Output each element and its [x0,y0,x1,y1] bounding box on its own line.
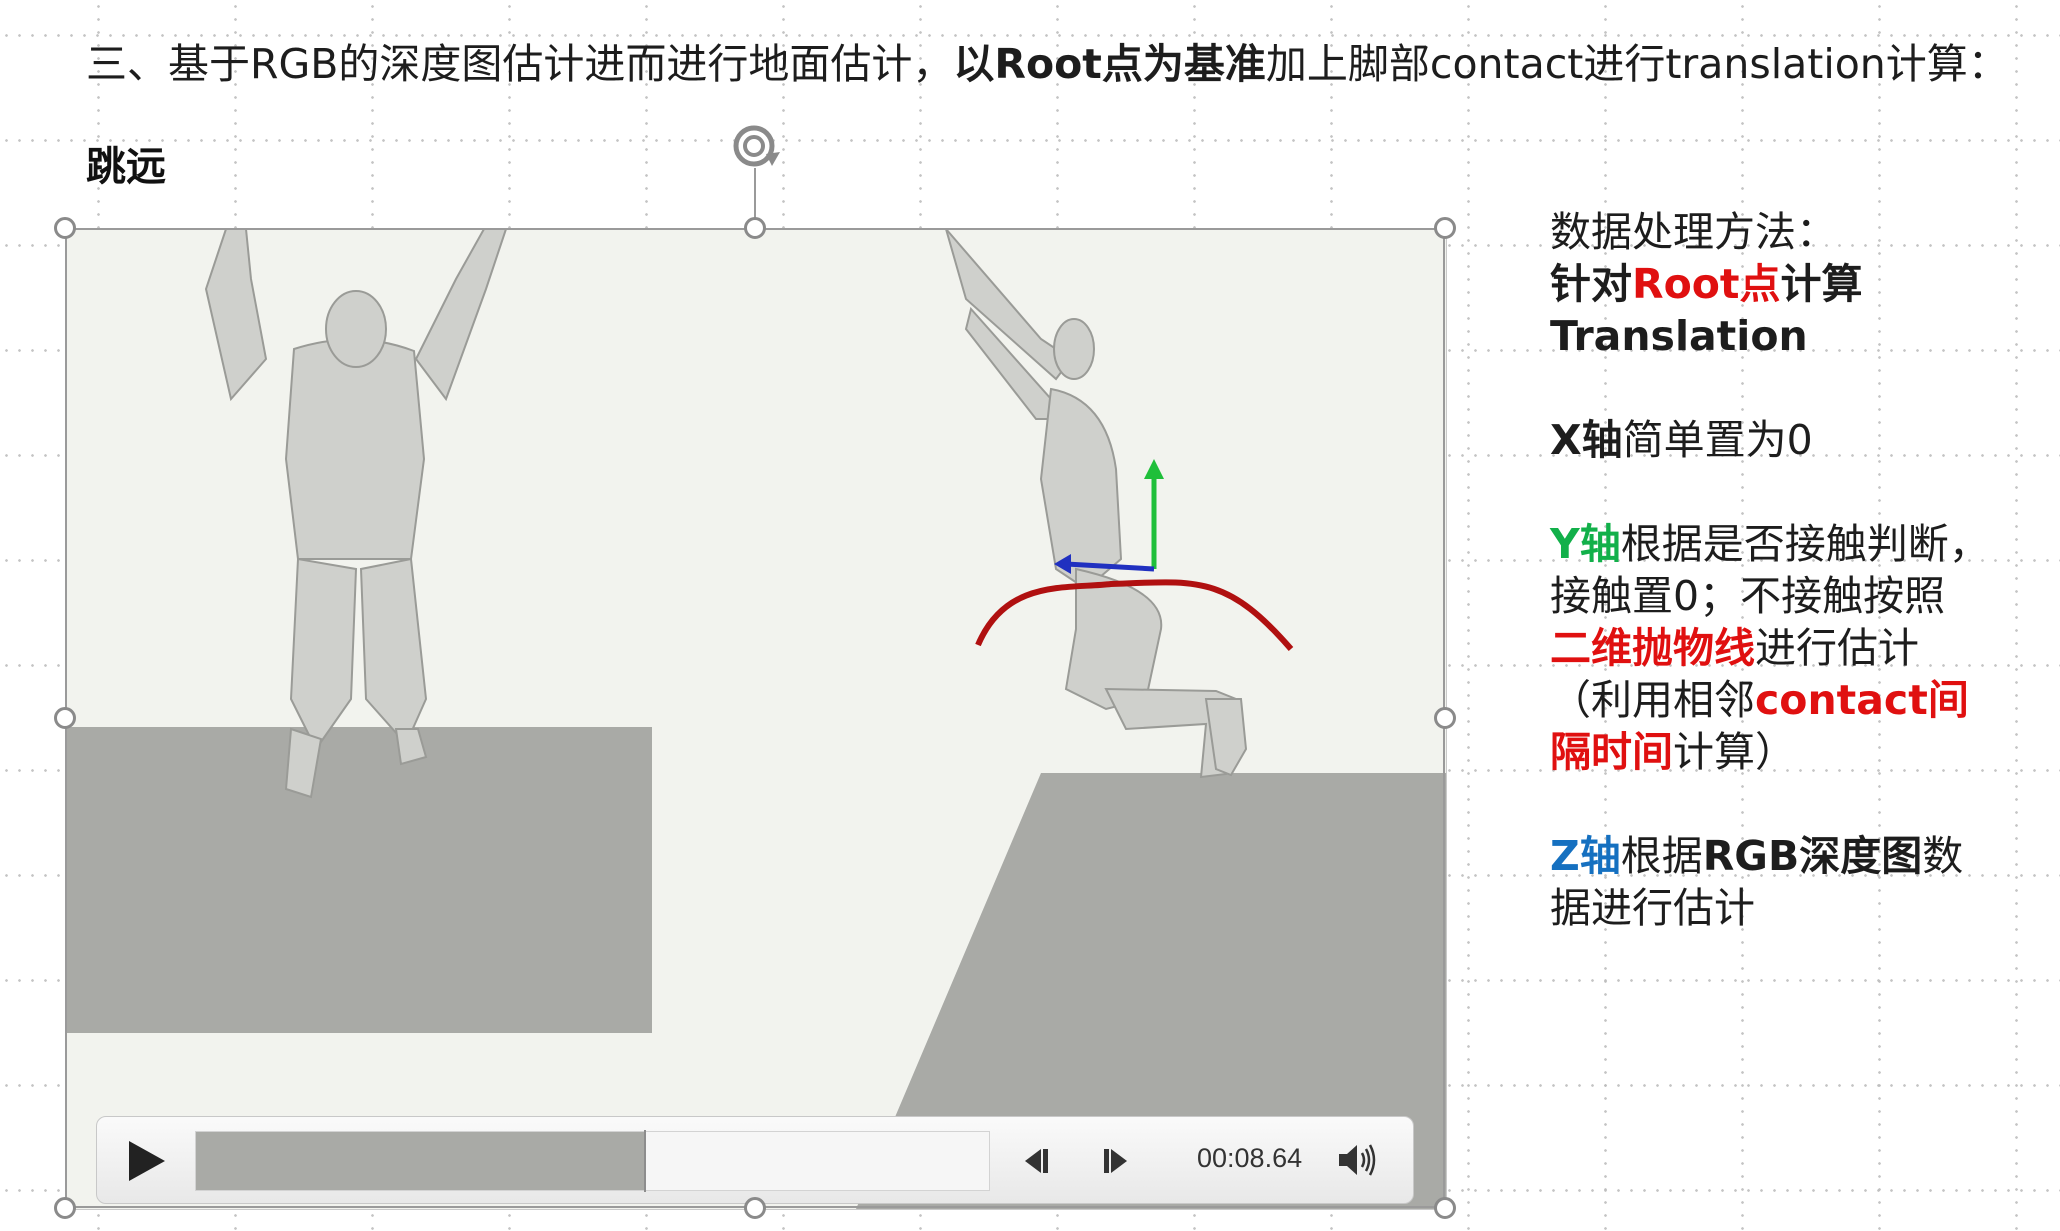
play-icon [129,1141,165,1181]
z-axis-line-1: Z轴根据RGB深度图数 [1550,832,1964,880]
skip-back-button[interactable] [1019,1143,1055,1179]
video-frame[interactable] [65,228,1447,1210]
translation-line: Translation [1550,312,1808,360]
human-figure-left [204,229,508,799]
method-label: 数据处理方法： [1550,208,1837,256]
skip-forward-icon [1104,1149,1127,1173]
resize-handle-left[interactable] [54,707,76,729]
explanation-panel: 数据处理方法： 针对Root点计算 Translation X轴简单置为0 Y轴… [1550,206,2050,934]
video-scene [66,229,1446,1209]
resize-handle-bottom-left[interactable] [54,1197,76,1219]
slide-heading: 三、基于RGB的深度图估计进而进行地面估计，以Root点为基准加上脚部conta… [86,40,2009,88]
resize-handle-right[interactable] [1434,707,1456,729]
media-player-bar: 00:08.64 [96,1116,1414,1204]
ground-block-left [66,727,652,1033]
skip-back-icon [1025,1149,1048,1173]
resize-handle-top[interactable] [744,217,766,239]
y-axis-line-5: 隔时间计算） [1550,728,1796,776]
rotate-handle[interactable] [728,118,784,174]
play-button[interactable] [117,1133,173,1189]
human-figure-right [945,229,1248,779]
y-axis-line-2: 接触置0；不接触按照 [1550,572,1946,620]
slide-subtitle: 跳远 [86,144,166,190]
root-line: 针对Root点计算 [1550,260,1863,308]
seek-handle[interactable] [644,1130,647,1192]
volume-button[interactable] [1335,1139,1379,1181]
resize-handle-top-right[interactable] [1434,217,1456,239]
z-axis-line-2: 据进行估计 [1550,884,1755,932]
y-axis-line-1: Y轴根据是否接触判断， [1550,520,1990,568]
seek-progress [196,1132,645,1190]
playback-time: 00:08.64 [1197,1143,1303,1173]
x-axis-line: X轴简单置为0 [1550,416,1813,464]
rotate-icon [733,125,780,167]
volume-icon [1339,1144,1376,1176]
resize-handle-top-left[interactable] [54,217,76,239]
resize-handle-bottom[interactable] [744,1197,766,1219]
seek-bar[interactable] [195,1130,990,1192]
resize-handle-bottom-right[interactable] [1434,1197,1456,1219]
skip-forward-button[interactable] [1097,1143,1133,1179]
y-axis-line-4: （利用相邻contact间 [1550,676,1969,724]
y-axis-line-3: 二维抛物线进行估计 [1550,624,1919,672]
